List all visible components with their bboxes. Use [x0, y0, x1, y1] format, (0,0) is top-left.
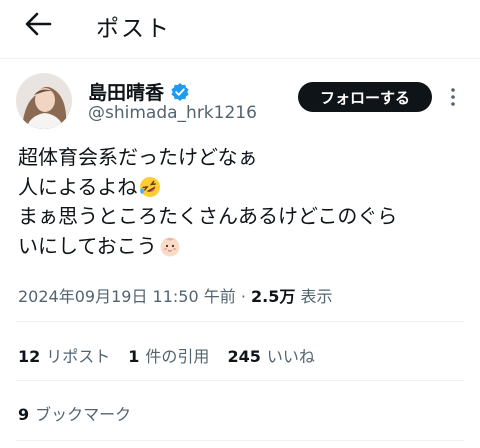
bookmarks-divider — [16, 440, 464, 441]
timestamp-link[interactable]: 2024年09月19日 11:50 午前 — [18, 287, 236, 306]
reposts-label: リポスト — [46, 347, 111, 366]
avatar[interactable] — [16, 73, 72, 129]
reposts-stat[interactable]: 12 リポスト — [18, 343, 110, 367]
verified-badge-icon — [171, 82, 189, 101]
likes-label: いいね — [266, 347, 315, 366]
views-label: 表示 — [300, 287, 333, 306]
engagement-stats: 12 リポスト 1 件の引用 245 いいね — [18, 343, 315, 367]
more-options-button[interactable] — [446, 86, 460, 108]
quotes-count: 1 — [128, 347, 140, 366]
tweet-line-2: 人によるよね — [18, 173, 474, 203]
tweet-meta: 2024年09月19日 11:50 午前 · 2.5万 表示 — [18, 283, 332, 307]
quotes-label: 件の引用 — [145, 347, 210, 366]
more-vertical-icon — [451, 88, 455, 106]
tweet-line-text: 人によるよね — [18, 174, 138, 199]
tweet-line-text: いにしておこう — [18, 233, 157, 258]
meta-divider — [16, 321, 464, 322]
bookmarks-label: ブックマーク — [35, 405, 132, 424]
tweet-line-text: まぁ思うところたくさんあるけどこのぐら — [18, 204, 398, 228]
follow-button[interactable]: フォローする — [298, 82, 432, 112]
display-name: 島田晴香 — [88, 82, 165, 104]
baby-emoji-icon — [160, 237, 180, 257]
rolling-laughing-emoji-icon — [140, 177, 161, 198]
tweet-line-1: 超体育会系だったけどなぁ — [18, 143, 474, 173]
quotes-stat[interactable]: 1 件の引用 — [128, 343, 209, 367]
author-name-row[interactable]: 島田晴香 — [88, 78, 190, 105]
tweet-line-4: いにしておこう — [18, 232, 474, 262]
back-button[interactable] — [22, 10, 54, 38]
stats-divider — [16, 380, 464, 381]
meta-separator: · — [240, 287, 246, 306]
bookmarks-count: 9 — [18, 405, 30, 424]
top-bar: ポスト — [0, 0, 480, 52]
page-title: ポスト — [96, 16, 171, 42]
arrow-left-icon — [25, 12, 52, 36]
tweet-text: 超体育会系だったけどなぁ 人によるよね まぁ思うところたくさんあるけどこのぐら … — [18, 143, 474, 261]
bookmarks-stat[interactable]: 9 ブックマーク — [18, 401, 131, 425]
header-divider — [0, 58, 480, 59]
tweet-line-text: 超体育会系だったけどなぁ — [18, 145, 258, 169]
views-count: 2.5万 — [251, 287, 296, 306]
author-handle[interactable]: @shimada_hrk1216 — [88, 103, 257, 123]
likes-count: 245 — [227, 347, 261, 366]
tweet-line-3: まぁ思うところたくさんあるけどこのぐら — [18, 202, 474, 232]
profile-photo — [16, 73, 72, 129]
reposts-count: 12 — [18, 347, 41, 366]
likes-stat[interactable]: 245 いいね — [227, 343, 314, 367]
